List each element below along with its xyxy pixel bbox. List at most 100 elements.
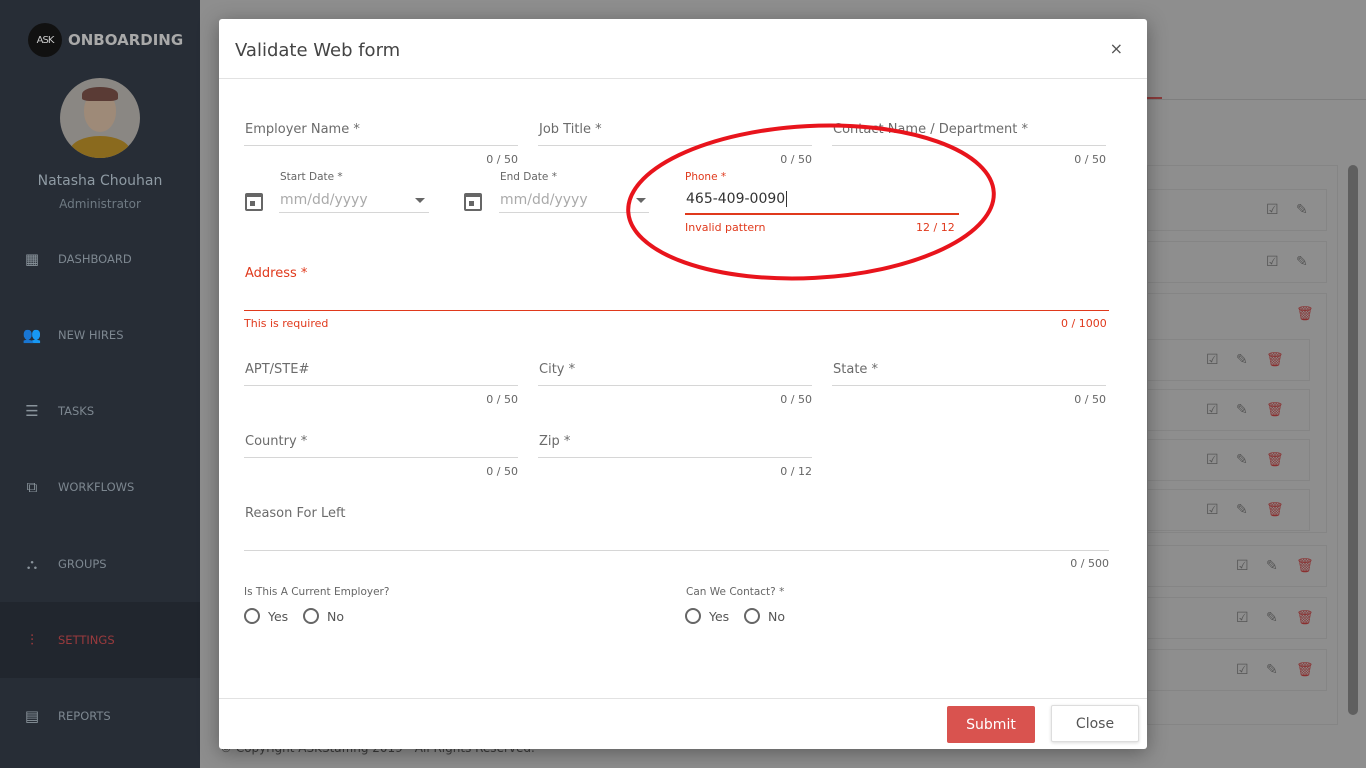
settings-icon: ⫶ <box>30 631 34 649</box>
checkbox-icon[interactable]: ☑ <box>1236 662 1249 678</box>
nav-label: GROUPS <box>58 557 107 571</box>
address-field[interactable]: Address * <box>244 266 1109 311</box>
start-date-label: Start Date * <box>280 171 343 183</box>
start-date-input[interactable]: mm/dd/yyyy <box>279 189 429 215</box>
background-card: ☑ ✎ 🗑 <box>1147 489 1310 531</box>
nav-reports[interactable]: ▤ REPORTS <box>0 678 200 754</box>
people-icon: 👥 <box>22 326 42 344</box>
pencil-icon[interactable]: ✎ <box>1236 402 1248 418</box>
radio-label: Yes <box>709 608 730 624</box>
country-field[interactable]: Country * 0 / 50 <box>244 434 518 478</box>
char-counter: 0 / 50 <box>780 153 812 166</box>
close-button[interactable]: Close <box>1051 705 1139 742</box>
can-contact-yes[interactable]: Yes <box>685 608 729 624</box>
checkbox-icon[interactable]: ☑ <box>1206 402 1219 418</box>
checkbox-icon[interactable]: ☑ <box>1206 452 1219 468</box>
trash-icon[interactable]: 🗑 <box>1296 558 1314 574</box>
trash-icon[interactable]: 🗑 <box>1266 352 1284 368</box>
nav-workflows[interactable]: ⧉ WORKFLOWS <box>0 449 200 525</box>
phone-counter: 12 / 12 <box>916 221 955 234</box>
radio-button[interactable] <box>303 608 319 624</box>
char-counter: 0 / 500 <box>1070 557 1109 570</box>
nav-new-hires[interactable]: 👥 NEW HIRES <box>0 297 200 373</box>
trash-icon[interactable]: 🗑 <box>1266 502 1284 518</box>
current-employer-no[interactable]: No <box>303 608 344 624</box>
nav-groups[interactable]: ⛬ GROUPS <box>0 526 200 602</box>
nav-label: NEW HIRES <box>58 328 124 342</box>
field-label: Contact Name / Department * <box>833 122 1029 137</box>
date-placeholder: mm/dd/yyyy <box>500 192 588 208</box>
trash-icon[interactable]: 🗑 <box>1266 452 1284 468</box>
nav-label: WORKFLOWS <box>58 480 135 494</box>
checkbox-icon[interactable]: ☑ <box>1206 502 1219 518</box>
chevron-down-icon[interactable] <box>415 198 425 203</box>
pencil-icon[interactable]: ✎ <box>1266 558 1278 574</box>
checkbox-icon[interactable]: ☑ <box>1236 558 1249 574</box>
end-date-input[interactable]: mm/dd/yyyy <box>499 189 649 215</box>
dialog-title: Validate Web form <box>235 40 401 61</box>
background-card: ☑ ✎ 🗑 <box>1147 597 1327 639</box>
close-icon[interactable]: × <box>1110 39 1123 58</box>
radio-button[interactable] <box>244 608 260 624</box>
checkbox-icon[interactable]: ☑ <box>1206 352 1219 368</box>
radio-button[interactable] <box>744 608 760 624</box>
phone-input[interactable]: 465-409-0090 <box>685 190 959 215</box>
field-label: Zip * <box>539 434 571 449</box>
sidebar: ASK ONBOARDING Natasha Chouhan Administr… <box>0 0 200 768</box>
nav-settings[interactable]: ⫶ SETTINGS <box>0 602 200 678</box>
radio-button[interactable] <box>685 608 701 624</box>
nav-label: SETTINGS <box>58 633 115 647</box>
field-label: Job Title * <box>539 122 602 137</box>
char-counter: 0 / 50 <box>486 465 518 478</box>
current-employer-yes[interactable]: Yes <box>244 608 288 624</box>
char-counter: 0 / 50 <box>486 393 518 406</box>
zip-field[interactable]: Zip * 0 / 12 <box>538 434 812 478</box>
calendar-icon[interactable] <box>245 193 263 211</box>
submit-button[interactable]: Submit <box>947 706 1035 743</box>
trash-icon[interactable]: 🗑 <box>1266 402 1284 418</box>
calendar-icon[interactable] <box>464 193 482 211</box>
pencil-icon[interactable]: ✎ <box>1296 202 1308 218</box>
reason-for-left-field[interactable]: Reason For Left 0 / 500 <box>244 506 1109 570</box>
contact-name-field[interactable]: Contact Name / Department * 0 / 50 <box>832 122 1106 166</box>
background-group-card: 🗑 ☑ ✎ 🗑 ☑ ✎ 🗑 ☑ ✎ 🗑 ☑ ✎ 🗑 <box>1147 293 1327 533</box>
char-counter: 0 / 50 <box>1074 393 1106 406</box>
field-label: Address * <box>245 266 308 281</box>
chevron-down-icon[interactable] <box>636 198 646 203</box>
trash-icon[interactable]: 🗑 <box>1296 662 1314 678</box>
nav-tasks[interactable]: ☰ TASKS <box>0 373 200 449</box>
end-date-label: End Date * <box>500 171 557 183</box>
checkbox-icon[interactable]: ☑ <box>1236 610 1249 626</box>
pencil-icon[interactable]: ✎ <box>1296 254 1308 270</box>
nav-dashboard[interactable]: ▦ DASHBOARD <box>0 221 200 297</box>
user-name: Natasha Chouhan <box>37 173 163 189</box>
background-tab-underline <box>1147 97 1366 100</box>
apt-field[interactable]: APT/STE# 0 / 50 <box>244 362 518 406</box>
pencil-icon[interactable]: ✎ <box>1266 610 1278 626</box>
field-label: Reason For Left <box>245 506 346 521</box>
background-card: ☑ ✎ 🗑 <box>1147 649 1327 691</box>
nav-label: REPORTS <box>58 709 111 723</box>
checkbox-icon[interactable]: ☑ <box>1266 202 1279 218</box>
trash-icon[interactable]: 🗑 <box>1296 306 1314 322</box>
pencil-icon[interactable]: ✎ <box>1236 502 1248 518</box>
scrollbar[interactable] <box>1348 165 1358 715</box>
background-card: ☑ ✎ 🗑 <box>1147 389 1310 431</box>
field-label: APT/STE# <box>245 362 310 377</box>
trash-icon[interactable]: 🗑 <box>1296 610 1314 626</box>
radio-label: No <box>327 608 344 624</box>
city-field[interactable]: City * 0 / 50 <box>538 362 812 406</box>
background-panel: ☑ ✎ ☑ ✎ 🗑 ☑ ✎ 🗑 ☑ ✎ 🗑 ☑ ✎ 🗑 ☑ ✎ 🗑 ☑ ✎ 🗑 ☑ ✎ 🗑 ☑ ✎ 🗑 <box>1147 165 1338 725</box>
field-label: Country * <box>245 434 308 449</box>
state-field[interactable]: State * 0 / 50 <box>832 362 1106 406</box>
tasks-icon: ☰ <box>25 402 39 420</box>
pencil-icon[interactable]: ✎ <box>1236 452 1248 468</box>
can-contact-no[interactable]: No <box>744 608 785 624</box>
job-title-field[interactable]: Job Title * 0 / 50 <box>538 122 812 166</box>
pencil-icon[interactable]: ✎ <box>1266 662 1278 678</box>
checkbox-icon[interactable]: ☑ <box>1266 254 1279 270</box>
current-employer-label: Is This A Current Employer? <box>244 586 390 598</box>
employer-name-field[interactable]: Employer Name * 0 / 50 <box>244 122 518 166</box>
pencil-icon[interactable]: ✎ <box>1236 352 1248 368</box>
phone-error: Invalid pattern <box>685 221 766 234</box>
